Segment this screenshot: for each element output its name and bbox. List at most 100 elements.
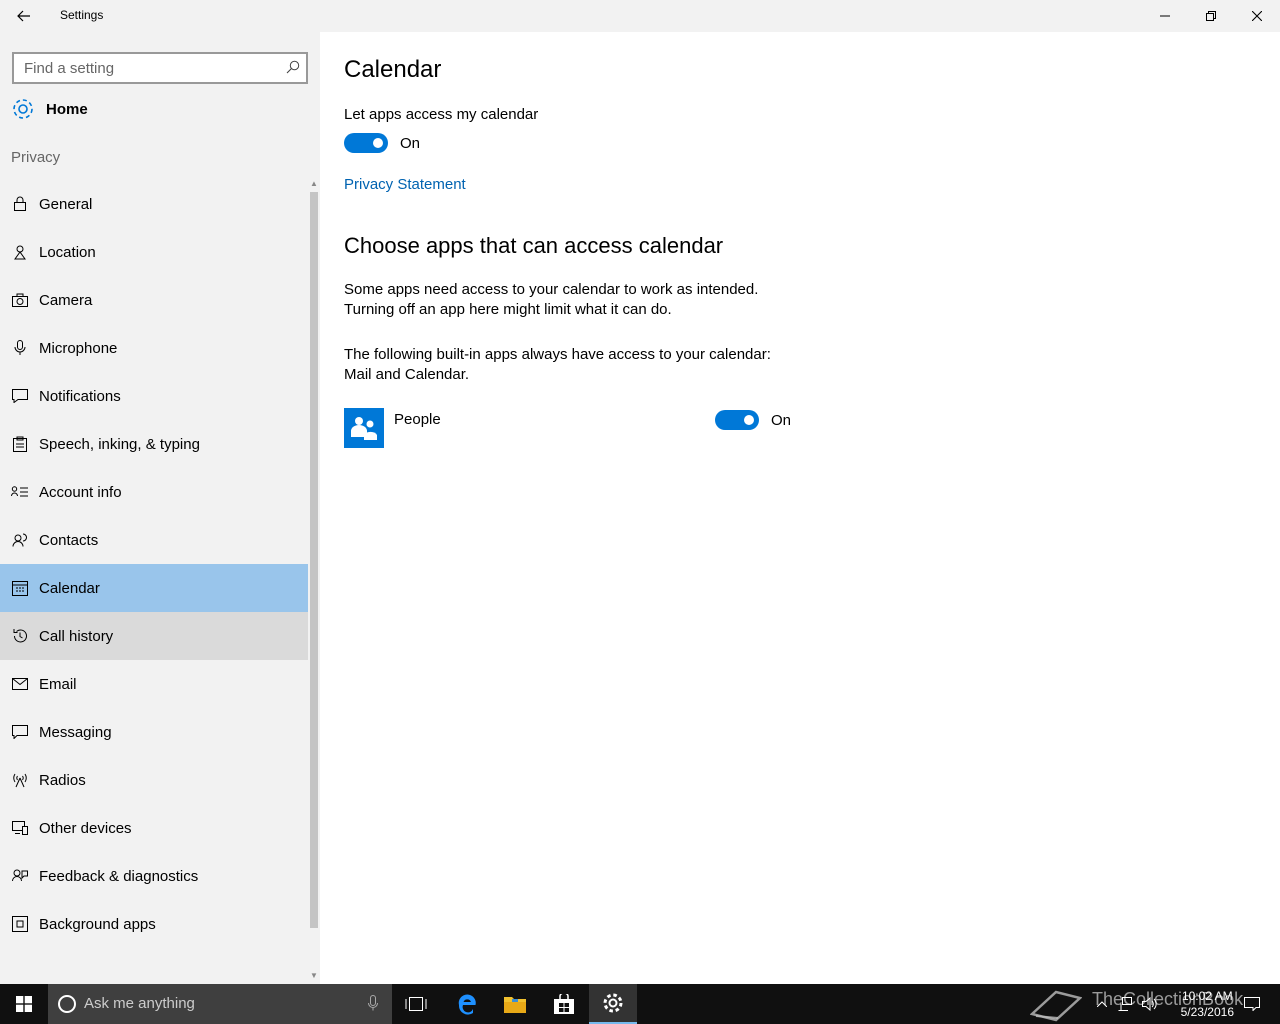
store-button[interactable] [540,984,588,1024]
sidebar-item-label: Speech, inking, & typing [39,435,200,453]
clock-time: 10:02 AM [1181,989,1233,1003]
sidebar-item-calendar[interactable]: Calendar [0,564,308,612]
restore-button[interactable] [1188,0,1234,32]
sidebar-item-label: Messaging [39,723,112,741]
location-icon [11,243,29,261]
sidebar-item-label: Feedback & diagnostics [39,867,199,885]
network-button[interactable] [1114,984,1138,1024]
close-icon [1252,11,1262,21]
radio-tower-icon [11,771,29,789]
settings-taskbar-button[interactable] [589,984,637,1024]
description-line-2: Turning off an app here might limit what… [344,301,672,318]
people-icon [344,408,384,448]
sidebar-item-camera[interactable]: Camera [0,276,308,324]
notification-icon [11,387,29,405]
sidebar-item-other-devices[interactable]: Other devices [0,804,308,852]
sidebar-scrollbar[interactable]: ▲ ▼ [308,178,320,984]
people-access-toggle[interactable] [715,410,759,430]
feedback-icon [11,867,29,885]
back-button[interactable] [8,0,40,32]
sidebar-item-label: Background apps [39,915,156,933]
sidebar-item-microphone[interactable]: Microphone [0,324,308,372]
sidebar-item-label: Calendar [39,579,100,597]
privacy-statement-link[interactable]: Privacy Statement [344,176,466,193]
sidebar-item-call-history[interactable]: Call history [0,612,308,660]
calendar-icon [11,579,29,597]
account-info-icon [11,483,29,501]
edge-button[interactable] [443,984,491,1024]
sidebar-item-label: Email [39,675,77,693]
calendar-access-toggle[interactable] [344,133,388,153]
clock[interactable]: 10:02 AM 5/23/2016 [1181,988,1234,1020]
start-button[interactable] [0,984,48,1024]
scroll-up-icon[interactable]: ▲ [310,180,318,188]
sidebar-item-general[interactable]: General [0,180,308,228]
cortana-placeholder: Ask me anything [84,995,195,1012]
gear-icon [603,993,623,1013]
window-title: Settings [60,8,104,22]
home-link[interactable]: Home [10,96,88,122]
toggle-knob [744,415,754,425]
people-toggle-state-label: On [771,412,792,429]
back-arrow-icon [17,10,30,22]
sidebar-item-radios[interactable]: Radios [0,756,308,804]
search-icon [286,60,300,74]
sidebar-item-label: Radios [39,771,86,789]
store-icon [554,994,574,1014]
cortana-search-box[interactable]: Ask me anything [48,984,392,1024]
chevron-up-icon [1097,1001,1107,1007]
action-center-icon [1244,997,1260,1011]
background-apps-icon [11,915,29,933]
description-line-1: Some apps need access to your calendar t… [344,281,759,298]
scroll-thumb[interactable] [310,192,318,928]
title-bar: Settings [0,0,1280,32]
sidebar-item-feedback[interactable]: Feedback & diagnostics [0,852,308,900]
page-title: Calendar [344,56,442,83]
sidebar-item-label: Location [39,243,96,261]
gear-icon [13,99,33,119]
volume-button[interactable] [1138,984,1162,1024]
sidebar-item-label: Notifications [39,387,121,405]
sidebar-item-label: Account info [39,483,122,501]
task-view-button[interactable] [392,984,440,1024]
action-center-button[interactable] [1236,984,1268,1024]
taskbar: Ask me anything TheCollectionBook 10:02 … [0,984,1280,1024]
sidebar-item-account-info[interactable]: Account info [0,468,308,516]
sidebar-item-messaging[interactable]: Messaging [0,708,308,756]
scroll-down-icon[interactable]: ▼ [310,972,318,980]
task-view-icon [405,997,427,1011]
lock-icon [11,195,29,213]
sidebar-item-label: Microphone [39,339,118,357]
camera-icon [11,291,29,309]
sidebar-item-label: Camera [39,291,93,309]
minimize-button[interactable] [1142,0,1188,32]
home-label: Home [46,100,88,118]
sidebar-item-notifications[interactable]: Notifications [0,372,308,420]
minimize-icon [1160,15,1170,17]
clock-date: 5/23/2016 [1180,1005,1234,1019]
sidebar-item-location[interactable]: Location [0,228,308,276]
history-icon [11,627,29,645]
section-title: Choose apps that can access calendar [344,233,724,258]
file-explorer-button[interactable] [491,984,539,1024]
close-button[interactable] [1234,0,1280,32]
search-placeholder: Find a setting [24,60,115,77]
sidebar-item-speech[interactable]: Speech, inking, & typing [0,420,308,468]
message-icon [11,723,29,741]
sidebar-item-background-apps[interactable]: Background apps [0,900,308,948]
toggle-knob [373,138,383,148]
sidebar-item-email[interactable]: Email [0,660,308,708]
volume-icon [1142,997,1157,1011]
sidebar: Find a setting Home Privacy General Loca… [0,32,320,984]
app-name: People [394,411,441,428]
microphone-icon[interactable] [368,995,378,1011]
sidebar-item-contacts[interactable]: Contacts [0,516,308,564]
builtin-line-1: The following built-in apps always have … [344,346,771,363]
restore-icon [1206,11,1216,21]
privacy-nav: General Location Camera Microphone Notif… [0,180,308,948]
section-label: Privacy [11,149,61,166]
show-hidden-icons-button[interactable] [1090,984,1114,1024]
microphone-icon [11,339,29,357]
sidebar-item-label: Call history [39,627,114,645]
search-input[interactable]: Find a setting [12,52,308,84]
